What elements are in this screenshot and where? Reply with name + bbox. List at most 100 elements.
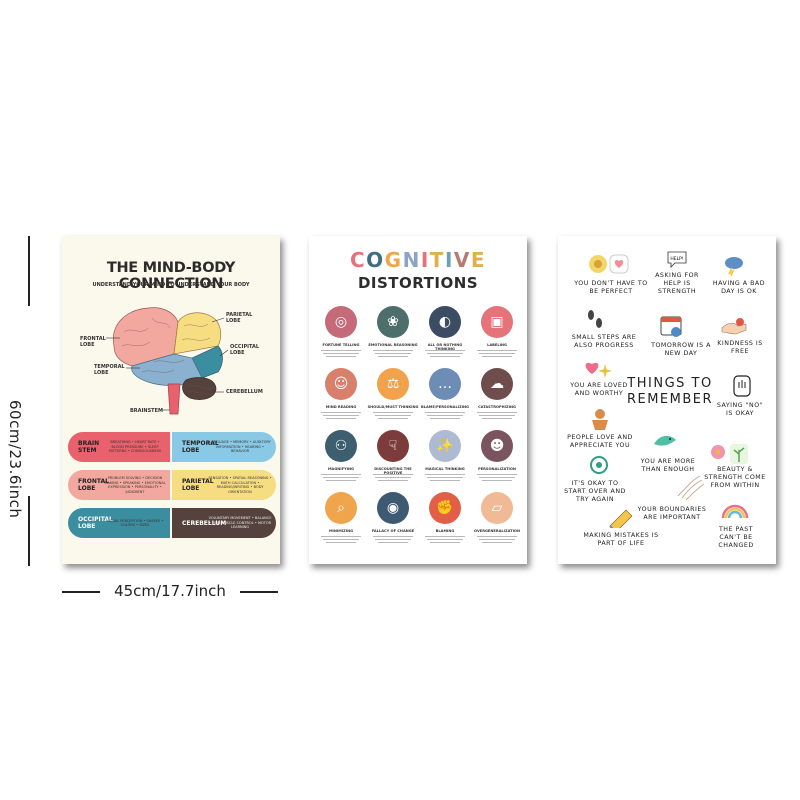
user-circle-icon: ◉ <box>377 492 409 524</box>
brain-region-card: CEREBELLUM VOLUNTARY MOVEMENT • BALANCE •… <box>172 508 276 538</box>
affirmation-text: TOMORROW IS A NEW DAY <box>651 342 711 357</box>
description-placeholder-lines <box>319 410 363 420</box>
height-dimension-line <box>28 236 30 566</box>
cerebellum-shape <box>182 377 217 400</box>
stop-hand-icon <box>733 375 751 397</box>
distortion-label: BLAMING <box>435 529 455 533</box>
half-circle-icon: ◐ <box>429 306 461 338</box>
region-name: PARIETAL LOBE <box>182 478 214 492</box>
region-name: BRAIN STEM <box>78 440 100 454</box>
affirmation-text: MAKING MISTAKES IS PART OF LIFE <box>583 532 659 547</box>
poster-cognitive-distortions: COGNITIVE DISTORTIONS ◎ FORTUNE TELLING ❀ E… <box>309 236 527 564</box>
storm-cloud-icon <box>725 257 743 276</box>
magic-wand-icon: ✨ <box>429 430 461 462</box>
people-icon: ⚇ <box>325 430 357 462</box>
kindness-hands-icon <box>721 318 747 335</box>
distortion-label: EMOTIONAL REASONING <box>368 343 418 347</box>
flower-plant-icon <box>711 444 748 464</box>
description-placeholder-lines <box>319 348 363 358</box>
distortion-label: MAGICAL THINKING <box>425 467 465 471</box>
region-description: PROBLEM SOLVING • DECISION MAKING • SPEA… <box>104 476 166 494</box>
label-jar-icon: ▣ <box>481 306 513 338</box>
footprints-icon <box>588 310 602 328</box>
affirmation-text: THE PAST CAN'T BE CHANGED <box>718 526 754 549</box>
description-placeholder-lines <box>423 348 467 358</box>
gingerbread-hug-icon <box>592 409 608 430</box>
title-letter: T <box>429 248 445 272</box>
label-brainstem: BRAINSTEM <box>130 408 163 414</box>
eraser-icon: ▱ <box>481 492 513 524</box>
storm-icon: ☁ <box>481 368 513 400</box>
label-frontal-lobe: FRONTAL LOBE <box>80 336 106 348</box>
magnifier-icon: ⌕ <box>325 492 357 524</box>
brain-region-card: OCCIPITAL LOBE VISUAL PERCEPTION • SHAPES… <box>68 508 170 538</box>
label-occipital-lobe: OCCIPITAL LOBE <box>230 344 260 356</box>
description-placeholder-lines <box>423 534 467 544</box>
scales-icon: ⚖ <box>377 368 409 400</box>
pencil-icon <box>609 509 633 528</box>
title-letter: C <box>349 248 367 272</box>
affirmation-text: SMALL STEPS ARE ALSO PROGRESS <box>571 334 637 349</box>
distortion-label: CATASTROPHIZING <box>478 405 516 409</box>
affirmation-text: HAVING A BAD DAY IS OK <box>712 280 766 295</box>
distortion-label: SHOULD/MUST THINKING <box>367 405 419 409</box>
calendar-icon <box>660 316 682 337</box>
description-placeholder-lines <box>475 534 519 544</box>
description-placeholder-lines <box>475 410 519 420</box>
region-description: BREATHING • HEART RATE • BLOOD PRESSURE … <box>108 440 162 454</box>
user-icon: ☻ <box>481 430 513 462</box>
title-letter: I <box>444 248 454 272</box>
description-placeholder-lines <box>475 348 519 358</box>
affirmation-text: YOU ARE MORE THAN ENOUGH <box>640 458 696 473</box>
region-name: CEREBELLUM <box>182 519 227 527</box>
region-name: OCCIPITAL LOBE <box>78 516 113 530</box>
description-placeholder-lines <box>371 534 415 544</box>
affirmation-text: YOUR BOUNDARIES ARE IMPORTANT <box>637 506 707 521</box>
affirmation-text: PEOPLE LOVE AND APPRECIATE YOU <box>567 434 633 449</box>
title-letter: G <box>384 248 403 272</box>
poster-title-cognitive: COGNITIVE <box>309 248 527 272</box>
speech-bubble-icon: HELP! <box>667 251 687 268</box>
brain-region-card: FRONTAL LOBE PROBLEM SOLVING • DECISION M… <box>68 470 170 500</box>
fist-icon: ✊ <box>429 492 461 524</box>
distortion-label: BLAME/PERSONALIZING <box>421 405 469 409</box>
title-letter: O <box>366 248 385 272</box>
description-placeholder-lines <box>319 472 363 482</box>
affirmation-text: KINDNESS IS FREE <box>717 340 763 355</box>
description-placeholder-lines <box>319 534 363 544</box>
distortion-label: PERSONALIZATION <box>478 467 516 471</box>
brain-region-card: BRAIN STEM BREATHING • HEART RATE • BLOOD… <box>68 432 170 462</box>
distortion-label: FORTUNE TELLING <box>322 343 360 347</box>
poster-things-to-remember: THINGS TO REMEMBER HELP! YOU DON'T HAVE … <box>558 236 776 564</box>
height-dimension-label: 60cm/23.6inch <box>6 400 24 519</box>
region-description: SENSATION • SPATIAL REASONING • MATH CAL… <box>208 476 272 494</box>
affirmation-text: ASKING FOR HELP IS STRENGTH <box>655 272 699 295</box>
width-dimension-line: 45cm/17.7inch <box>62 580 278 604</box>
distortion-label: LABELING <box>487 343 507 347</box>
title-letter: I <box>420 248 430 272</box>
distortion-label: OVERGENERALIZATION <box>474 529 520 533</box>
region-description: VOLUNTARY MOVEMENT • BALANCE • FINE MUSC… <box>208 516 272 530</box>
affirmation-text: IT'S OKAY TO START OVER AND TRY AGAIN <box>564 480 626 503</box>
distortion-label: MIND READING <box>325 405 357 409</box>
brain-region-card: TEMPORAL LOBE LANGUAGE • MEMORY • AUDITOR… <box>172 432 276 462</box>
width-dimension-label: 45cm/17.7inch <box>114 582 226 600</box>
crystal-ball-icon: ◎ <box>325 306 357 338</box>
description-placeholder-lines <box>475 472 519 482</box>
brainstem-shape <box>167 383 181 415</box>
brain-icon: ❀ <box>377 306 409 338</box>
description-placeholder-lines <box>371 410 415 420</box>
affirmation-text: BEAUTY & STRENGTH COME FROM WITHIN <box>704 466 766 489</box>
distortion-label: FALLACY OF CHANGE <box>371 529 415 533</box>
label-parietal-lobe: PARIETAL LOBE <box>226 312 253 324</box>
description-placeholder-lines <box>423 472 467 482</box>
region-name: TEMPORAL LOBE <box>182 440 219 454</box>
description-placeholder-lines <box>371 348 415 358</box>
bird-icon <box>654 435 676 446</box>
thumbs-down-icon: ☟ <box>377 430 409 462</box>
person-icon: ☺ <box>325 368 357 400</box>
brain-region-card: PARIETAL LOBE SENSATION • SPATIAL REASONI… <box>172 470 276 500</box>
chat-icon: … <box>429 368 461 400</box>
affirmation-text: YOU DON'T HAVE TO BE PERFECT <box>574 280 648 295</box>
poster-title-distortions: DISTORTIONS <box>357 274 479 292</box>
